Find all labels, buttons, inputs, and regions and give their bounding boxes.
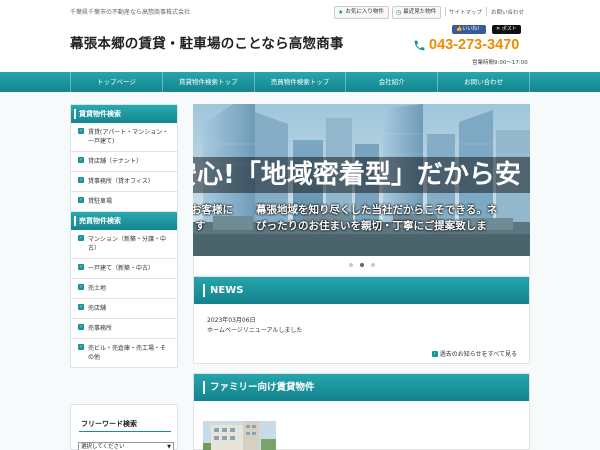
divider	[486, 7, 487, 16]
contact-link[interactable]: お問い合わせ	[491, 8, 524, 16]
chevron-right-icon: ›	[78, 197, 84, 203]
sidebar-item-label: マンション（新築・分譲・中古）	[88, 236, 167, 252]
sidebar-item-rental-residential[interactable]: › 賃貸(アパート・マンション・一戸建て)	[71, 123, 177, 152]
sidebar-item-rental-store[interactable]: › 貸店舗（テナント）	[71, 152, 177, 172]
sidebar-item-sale-house[interactable]: › 一戸建て（新築・中古）	[71, 259, 177, 279]
sidebar-item-sale-other[interactable]: › 売ビル・売倉庫・売工場・その他	[71, 339, 177, 367]
chevron-right-icon: ›	[78, 344, 84, 350]
favorites-button[interactable]: ★ お気に入り物件	[334, 6, 389, 19]
chevron-right-icon: ›	[78, 264, 84, 270]
family-rentals-section: ファミリー向け賃貸物件	[193, 373, 530, 450]
slide-left-text-2: す	[195, 220, 206, 232]
slide-subtext-1: 幕張地域を知り尽くした当社だからこそできる。ネ	[256, 204, 498, 216]
site-title[interactable]: 幕張本郷の賃貸・駐車場のことなら高惣商事	[70, 32, 344, 52]
rental-search-heading: 賃貸物件検索	[71, 105, 177, 123]
news-section: NEWS 2023年03月06日 ホームページリニューアルしました › 過去のお…	[193, 276, 530, 364]
tagline: 千葉県千葉市の不動産なら高惣商事株式会社	[70, 9, 191, 16]
x-post-button[interactable]: ✕ ポスト	[492, 25, 521, 34]
chevron-right-icon: ›	[78, 177, 84, 183]
sidebar-item-label: 売ビル・売倉庫・売工場・その他	[88, 345, 167, 361]
news-date: 2023年03月06日	[207, 317, 256, 324]
news-item-link[interactable]: ホームページリニューアルしました	[207, 325, 302, 334]
chevron-right-icon: ›	[78, 284, 84, 290]
nav-item-contact[interactable]: お問い合わせ	[438, 72, 530, 92]
site-header: 千葉県千葉市の不動産なら高惣商事株式会社 幕張本郷の賃貸・駐車場のことなら高惣商…	[0, 0, 600, 72]
sidebar-item-label: 売土地	[88, 285, 107, 292]
sidebar-item-rental-parking[interactable]: › 貸駐車場	[71, 192, 177, 212]
phone-icon	[414, 40, 425, 50]
divider	[445, 7, 446, 16]
news-more-label: 過去のお知らせをすべて見る	[439, 351, 517, 358]
sidebar-item-label: 貸駐車場	[88, 198, 113, 205]
sidebar-item-rental-office[interactable]: › 貸事務所（貸オフィス）	[71, 172, 177, 192]
nav-item-company[interactable]: 会社紹介	[346, 72, 439, 92]
sidebar-item-sale-office[interactable]: › 売事務所	[71, 319, 177, 339]
sidebar-item-label: 貸店舗（テナント）	[88, 158, 143, 165]
chevron-right-icon: ›	[431, 350, 438, 357]
global-nav: トップページ 賃貸物件検索トップ 売買物件検索トップ 会社紹介 お問い合わせ	[0, 72, 600, 92]
slider-dot-3[interactable]	[371, 263, 375, 267]
family-heading-bar: ファミリー向け賃貸物件	[194, 374, 529, 401]
chevron-right-icon: ›	[78, 157, 84, 163]
freeword-select[interactable]: 選択してください ▼	[78, 442, 174, 450]
slider-pagination	[193, 256, 530, 274]
nav-item-sale-search[interactable]: 売買物件検索トップ	[255, 72, 347, 92]
freeword-search-heading: フリーワード検索	[81, 420, 137, 428]
star-icon: ★	[338, 9, 344, 16]
slider-dot-1[interactable]	[349, 263, 353, 267]
slider-dot-2[interactable]	[360, 263, 364, 267]
property-thumbnail[interactable]	[203, 421, 276, 450]
nav-item-rental-search[interactable]: 賃貸物件検索トップ	[163, 72, 255, 92]
sidebar-item-label: 賃貸(アパート・マンション・一戸建て)	[88, 129, 169, 145]
sidebar: 賃貸物件検索 › 賃貸(アパート・マンション・一戸建て) › 貸店舗（テナント） ›…	[70, 104, 178, 368]
sidebar-item-sale-store[interactable]: › 売店舗	[71, 299, 177, 319]
phone-number-text: 043-273-3470	[429, 37, 520, 53]
slide-subtext-2: ぴったりのお住まいを親切・丁寧にご提案致しま	[256, 220, 487, 232]
chevron-right-icon: ›	[78, 128, 84, 134]
news-heading: NEWS	[210, 285, 244, 296]
chevron-right-icon: ›	[78, 304, 84, 310]
slide-headline: 安心!「地域密着型」だから安	[193, 160, 521, 190]
sidebar-item-label: 売事務所	[88, 325, 113, 332]
select-value: 選択してください	[81, 444, 125, 450]
recent-label: 最近見た物件	[403, 9, 437, 15]
hero-slider[interactable]: 安心!「地域密着型」だから安 お客様に す 幕張地域を知り尽くした当社だからこそ…	[193, 104, 530, 256]
facebook-like-button[interactable]: 👍いいね！	[452, 25, 487, 34]
chevron-down-icon: ▼	[167, 444, 171, 450]
news-more-link[interactable]: › 過去のお知らせをすべて見る	[431, 349, 517, 358]
slide-left-text-1: お客様に	[193, 204, 233, 216]
family-heading: ファミリー向け賃貸物件	[210, 382, 315, 393]
sidebar-item-sale-mansion[interactable]: › マンション（新築・分譲・中古）	[71, 230, 177, 259]
apartment-building-image	[203, 421, 276, 450]
sitemap-link[interactable]: サイトマップ	[449, 8, 482, 16]
chevron-right-icon: ›	[78, 235, 84, 241]
clock-icon: ◷	[396, 9, 402, 16]
x-icon: ✕	[496, 26, 501, 32]
sidebar-item-sale-land[interactable]: › 売土地	[71, 279, 177, 299]
nav-item-top[interactable]: トップページ	[70, 72, 163, 92]
phone-number[interactable]: 043-273-3470	[413, 37, 519, 53]
sidebar-item-label: 貸事務所（貸オフィス）	[88, 178, 154, 185]
sale-search-heading: 売買物件検索	[71, 212, 177, 230]
sidebar-item-label: 一戸建て（新築・中古）	[88, 265, 155, 272]
post-label: ポスト	[501, 26, 517, 32]
chevron-right-icon: ›	[78, 324, 84, 330]
divider	[79, 431, 171, 432]
slide-headline-band: 安心!「地域密着型」だから安	[193, 157, 530, 193]
news-heading-bar: NEWS	[194, 277, 529, 304]
freeword-search-box: フリーワード検索 選択してください ▼	[70, 404, 178, 450]
sidebar-item-label: 売店舗	[88, 305, 107, 312]
recent-button[interactable]: ◷ 最近見た物件	[392, 6, 442, 19]
favorites-label: お気に入り物件	[345, 9, 384, 15]
like-label: いいね！	[462, 26, 483, 32]
business-hours: 営業時間9:00～17:00	[472, 60, 528, 66]
